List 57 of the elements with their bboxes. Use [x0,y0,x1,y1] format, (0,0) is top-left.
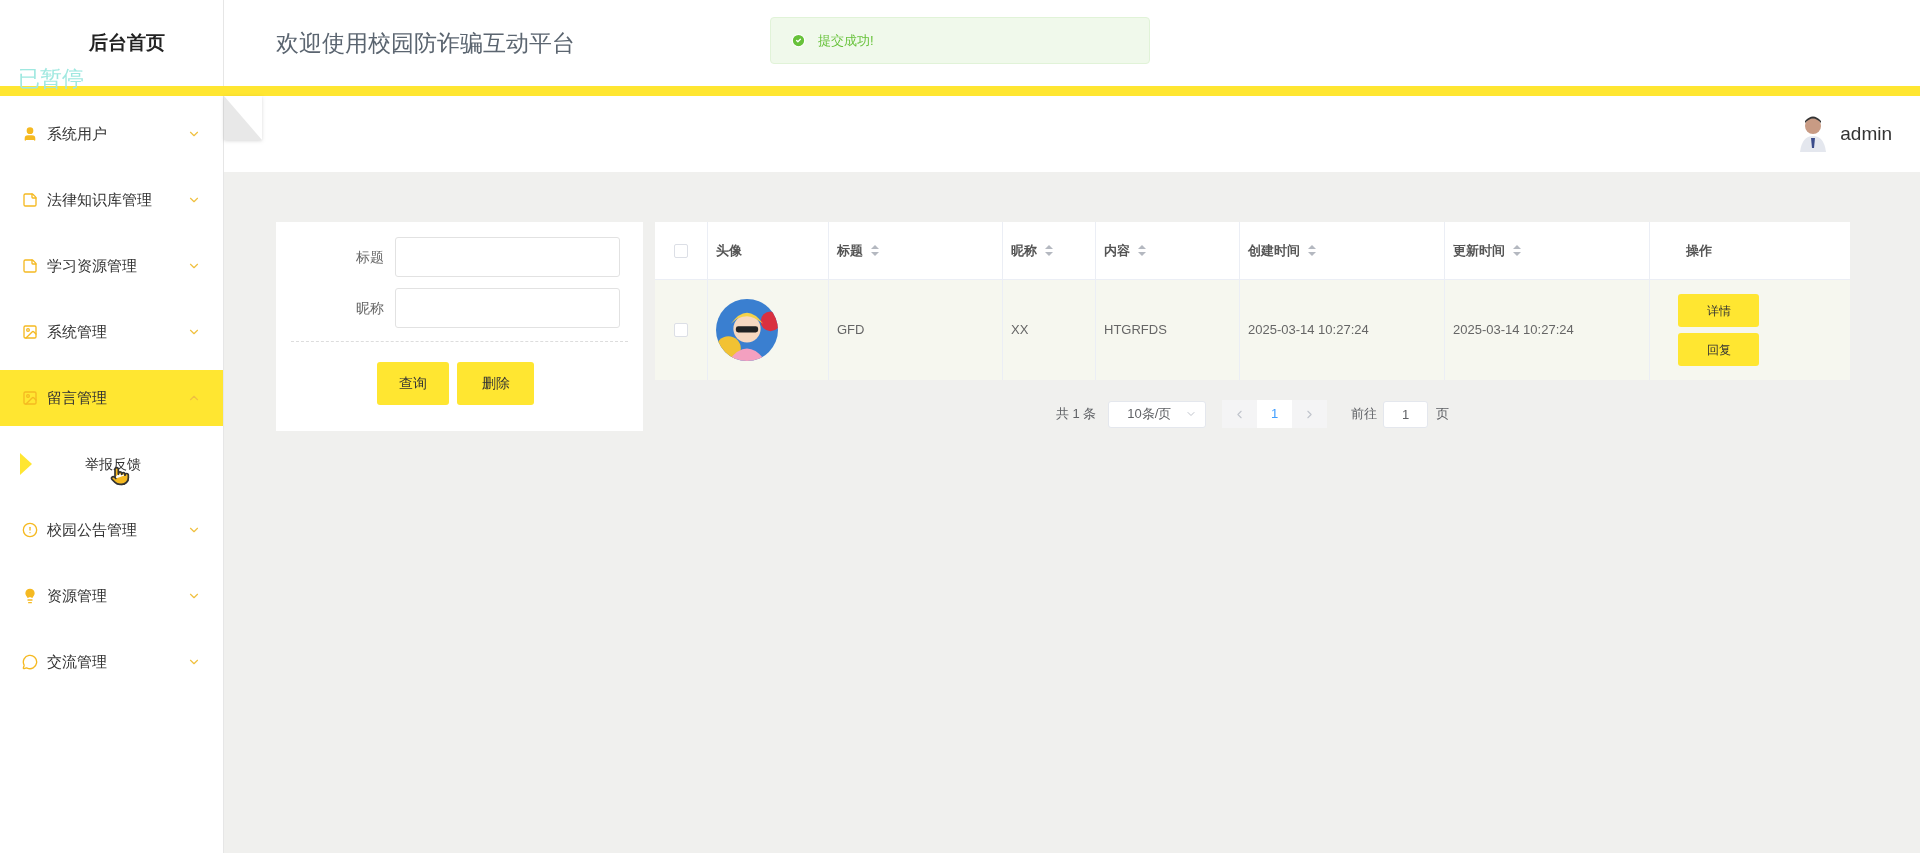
column-header: 操作 [1686,241,1712,260]
column-header: 标题 [837,241,863,260]
query-button[interactable]: 查询 [377,362,449,405]
table-cell-text: 2025-03-14 10:27:24 [1248,321,1369,340]
sidebar-item[interactable]: 留言管理 [0,370,223,426]
checkbox[interactable] [674,323,688,337]
username[interactable]: admin [1840,119,1892,149]
goto-suffix: 页 [1436,405,1450,424]
table-cell-text: XX [1011,321,1029,340]
sidebar-item[interactable]: 交流管理 [0,634,223,690]
sidebar-item[interactable]: 资源管理 [0,568,223,624]
sort-icon[interactable] [871,245,879,256]
delete-button[interactable]: 删除 [457,362,534,405]
field-label: 标题 [355,247,385,267]
chat-icon [22,654,38,670]
table-cell-text: GFD [837,321,865,340]
total-count: 共 1 条 [1055,405,1097,424]
page-size-select[interactable]: 10条/页 [1108,400,1207,428]
sort-icon[interactable] [1513,245,1521,256]
reply-button[interactable]: 回复 [1678,333,1759,366]
sidebar-item[interactable]: 系统用户 [0,106,223,162]
details-button[interactable]: 详情 [1678,294,1759,327]
column-header: 更新时间 [1453,241,1505,260]
next-page-button[interactable] [1292,400,1328,428]
checkbox[interactable] [674,243,688,258]
table-cell-text: 2025-03-14 10:27:24 [1453,321,1574,340]
alert-icon [22,522,38,538]
bulb-icon [22,588,38,604]
goto-label: 前往 [1351,405,1378,424]
sidebar-item[interactable]: 学习资源管理 [0,238,223,294]
note-icon [22,258,38,274]
search-field[interactable] [395,237,620,277]
column-header: 昵称 [1011,241,1037,260]
goto-page-field[interactable]: 1 [1383,400,1429,428]
avatar-icon [1798,116,1829,152]
field-label: 昵称 [355,298,385,318]
paused-label: 已暂停 [18,68,84,90]
table-cell-text: HTGRFDS [1104,321,1167,340]
column-header: 头像 [716,241,742,260]
sidebar-item[interactable]: 法律知识库管理 [0,172,223,228]
sort-icon[interactable] [1308,245,1316,256]
sidebar-title: 后台首页 [88,30,165,55]
sidebar-item[interactable]: 校园公告管理 [0,502,223,558]
note-icon [22,192,38,208]
sort-icon[interactable] [1045,245,1053,256]
sort-icon[interactable] [1138,245,1146,256]
page-title: 欢迎使用校园防诈骗互动平台 [276,28,575,58]
search-field[interactable] [395,288,620,328]
image-icon [22,324,38,340]
toast-message: 提交成功! [818,31,874,50]
check-icon [791,33,806,48]
user-icon [22,126,38,142]
sidebar-item[interactable]: 系统管理 [0,304,223,360]
image-icon [22,390,38,406]
column-header: 内容 [1104,241,1130,260]
column-header: 创建时间 [1248,241,1300,260]
prev-page-button[interactable] [1222,400,1258,428]
